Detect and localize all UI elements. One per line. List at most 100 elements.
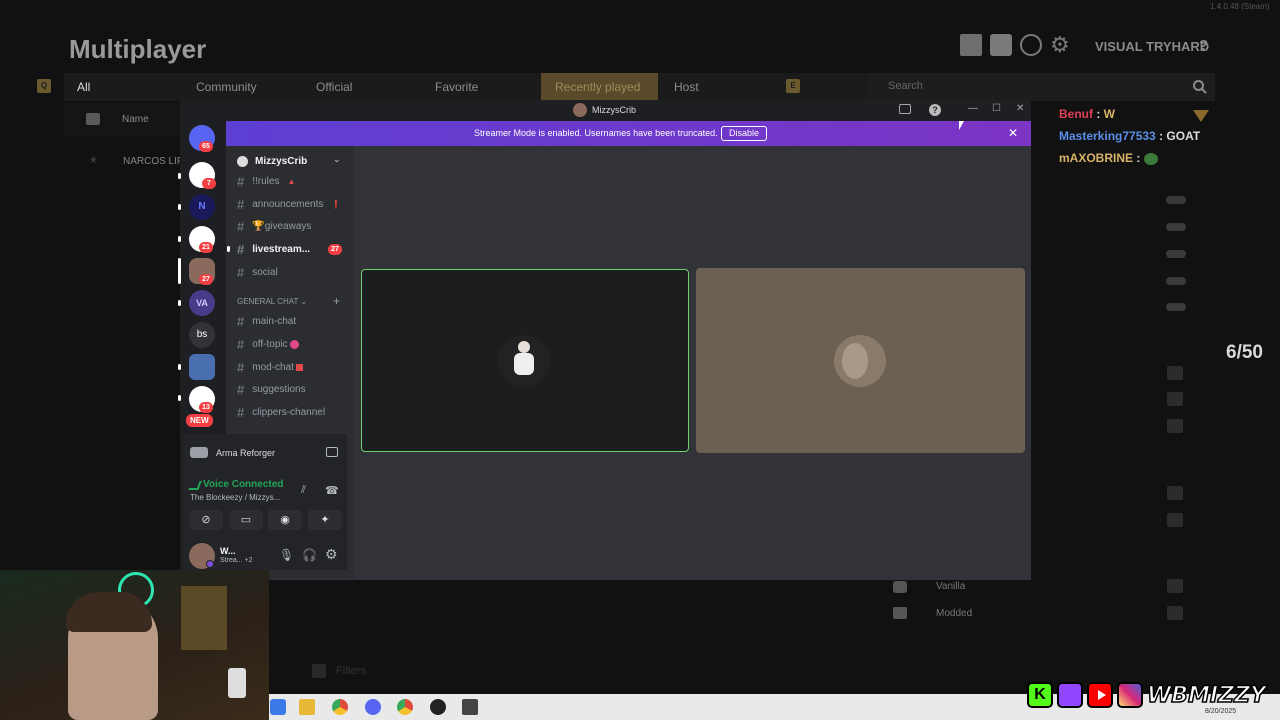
server-icon[interactable]: VA	[189, 290, 215, 316]
channel-item[interactable]: # off-topic	[237, 337, 299, 352]
tab-favorite[interactable]: Favorite	[435, 80, 478, 94]
filter-toggle[interactable]	[1166, 196, 1186, 204]
filter-checkbox[interactable]	[1167, 366, 1183, 380]
unread-pip	[178, 236, 181, 242]
inbox-icon[interactable]	[899, 104, 911, 114]
settings-gear-icon[interactable]: ⚙	[325, 546, 338, 563]
emote-icon	[1143, 152, 1158, 165]
chrome-icon[interactable]	[332, 699, 348, 715]
new-badge[interactable]: NEW	[186, 414, 213, 427]
news-icon[interactable]	[990, 34, 1012, 56]
help-button[interactable]: ?	[1199, 37, 1208, 54]
unread-pip	[178, 300, 181, 306]
headphones-icon[interactable]: 🎧	[302, 548, 317, 562]
share-screen-button[interactable]: ▭	[229, 510, 263, 530]
tab-community[interactable]: Community	[196, 80, 257, 94]
game-taskbar-icon[interactable]	[462, 699, 478, 715]
channel-item[interactable]: # 🏆 giveaways	[237, 219, 311, 234]
filter-funnel-icon[interactable]	[1193, 110, 1209, 122]
filter-checkbox[interactable]	[1167, 513, 1183, 527]
channel-item[interactable]: # mod-chat	[237, 360, 303, 375]
activities-button[interactable]: ◉	[268, 510, 302, 530]
taskbar-app-icon[interactable]	[270, 699, 286, 715]
disable-button[interactable]: Disable	[721, 126, 767, 141]
thumbs-up-icon[interactable]	[86, 113, 100, 125]
unread-pip	[178, 364, 181, 370]
channel-item[interactable]: # main-chat	[237, 314, 296, 329]
filter-toggle[interactable]	[1166, 277, 1186, 285]
game-icon	[190, 447, 208, 458]
channel-item[interactable]: # clippers-channel	[237, 405, 325, 420]
star-icon[interactable]: ★	[89, 155, 98, 166]
tab-host[interactable]: Host	[674, 80, 699, 94]
chevron-down-icon[interactable]: ⌄	[333, 154, 341, 165]
obs-icon[interactable]	[430, 699, 446, 715]
discord-icon[interactable]	[365, 699, 381, 715]
column-name[interactable]: Name	[122, 114, 149, 125]
filter-checkbox[interactable]	[1167, 486, 1183, 500]
server-icon[interactable]	[189, 354, 215, 380]
soundboard-button[interactable]: ✦	[308, 510, 342, 530]
camera-off-button[interactable]: ⊘	[189, 510, 223, 530]
badge: 7	[202, 178, 216, 189]
tab-official[interactable]: Official	[316, 80, 352, 94]
channel-item[interactable]: # suggestions	[237, 382, 306, 397]
banner-close-icon[interactable]: ✕	[1008, 126, 1018, 140]
close-button[interactable]: ✕	[1016, 103, 1024, 114]
workshop-icon[interactable]	[960, 34, 982, 56]
tab-all[interactable]: All	[77, 80, 90, 94]
gear-icon[interactable]: ⚙	[1050, 34, 1072, 56]
filter-checkbox[interactable]	[1167, 606, 1183, 620]
file-explorer-icon[interactable]	[299, 699, 315, 715]
disconnect-icon[interactable]: ☎	[325, 484, 339, 497]
key-hint-right: E	[786, 79, 800, 93]
filter-checkbox[interactable]	[1167, 579, 1183, 593]
search-icon[interactable]	[1192, 79, 1208, 100]
hash-icon: #	[237, 265, 245, 280]
player-counter: 6/50	[1226, 342, 1263, 363]
filter-checkbox[interactable]	[1167, 419, 1183, 433]
server-name[interactable]: MizzysCrib	[255, 156, 307, 167]
hash-icon: #	[237, 219, 245, 234]
filter-checkbox[interactable]	[1167, 392, 1183, 406]
filter-toggle[interactable]	[1166, 250, 1186, 258]
filter-vanilla[interactable]: Vanilla	[936, 581, 965, 592]
server-avatar-icon	[573, 103, 587, 117]
minimize-button[interactable]: —	[968, 103, 978, 114]
add-channel-icon[interactable]: +	[333, 294, 340, 308]
filter-toggle[interactable]	[1166, 303, 1186, 311]
server-icon[interactable]: N	[189, 194, 215, 220]
voice-status[interactable]: Voice Connected	[203, 479, 283, 490]
hash-icon: #	[237, 405, 245, 420]
modded-icon	[893, 607, 907, 619]
profile-name[interactable]: VISUAL TRYHARD	[1095, 39, 1209, 54]
tasks-icon[interactable]	[1020, 34, 1042, 56]
screen-share-icon[interactable]	[326, 447, 338, 457]
category-header[interactable]: GENERAL CHAT ⌄	[237, 297, 307, 306]
tab-recently-played[interactable]: Recently played	[555, 80, 640, 94]
channel-name: giveaways	[264, 221, 312, 232]
filters-key-icon	[312, 664, 326, 678]
user-status-text: Strea...	[220, 557, 243, 564]
voice-location[interactable]: The Blockeezy / Mizzys...	[190, 493, 280, 502]
channel-name: main-chat	[252, 316, 297, 327]
taskbar-date: 8/20/2025	[1205, 708, 1237, 715]
channel-name: mod-chat	[252, 362, 294, 373]
badge: 13	[199, 402, 213, 413]
maximize-button[interactable]: ☐	[992, 103, 1001, 114]
filter-toggle[interactable]	[1166, 223, 1186, 231]
server-icon[interactable]: bs	[189, 322, 215, 348]
channel-item[interactable]: # !!rules ▲	[237, 174, 295, 189]
noise-suppression-icon[interactable]: ⫽	[301, 484, 306, 497]
twitch-icon	[1057, 682, 1083, 708]
badge: 21	[199, 242, 213, 253]
channel-item-livestream[interactable]: # livestream...	[237, 242, 310, 257]
filter-modded[interactable]: Modded	[936, 608, 972, 619]
chrome-icon-2[interactable]	[397, 699, 413, 715]
help-icon[interactable]: ?	[929, 104, 941, 116]
filters-label[interactable]: Filters	[336, 665, 366, 677]
user-name[interactable]: W...	[220, 546, 236, 556]
microphone-icon[interactable]: 🎙	[279, 548, 294, 562]
channel-item[interactable]: # social	[237, 265, 278, 280]
channel-item[interactable]: # announcements ❗	[237, 197, 341, 212]
